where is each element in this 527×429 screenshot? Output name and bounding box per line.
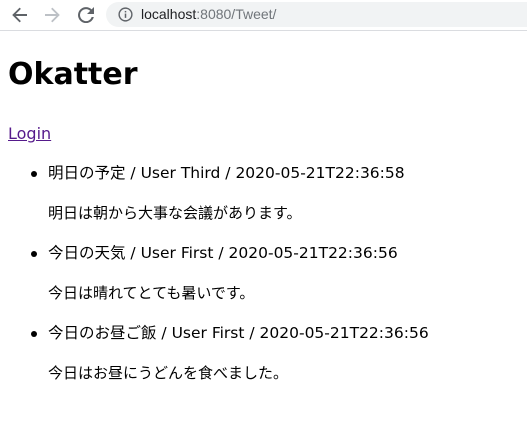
tweet-header: 今日のお昼ご飯 / User First / 2020-05-21T22:36:…	[48, 324, 429, 342]
info-icon[interactable]	[118, 7, 133, 22]
page-title: Okatter	[8, 57, 138, 92]
url-host: localhost	[141, 6, 197, 22]
back-button[interactable]	[8, 3, 32, 27]
address-bar[interactable]: localhost:8080/Tweet/	[106, 2, 527, 27]
back-arrow-icon	[12, 7, 27, 23]
browser-toolbar: localhost:8080/Tweet/	[0, 0, 527, 31]
bullet-icon	[31, 331, 37, 337]
forward-arrow-icon	[45, 7, 60, 23]
bullet-icon	[31, 251, 37, 257]
tweet-header: 今日の天気 / User First / 2020-05-21T22:36:56	[48, 244, 398, 262]
login-link[interactable]: Login	[8, 123, 51, 145]
tweet-header: 明日の予定 / User Third / 2020-05-21T22:36:58	[48, 164, 405, 182]
tweet-body: 今日はお昼にうどんを食べました。	[48, 364, 289, 382]
tweet-body: 明日は朝から大事な会議があります。	[48, 204, 302, 222]
reload-icon	[78, 7, 94, 23]
reload-button[interactable]	[74, 3, 98, 27]
forward-button[interactable]	[40, 3, 64, 27]
tweet-body: 今日は晴れてとても暑いです。	[48, 284, 255, 302]
url-text: localhost:8080/Tweet/	[141, 6, 276, 23]
bullet-icon	[31, 171, 37, 177]
url-path: :8080/Tweet/	[196, 6, 277, 22]
page-content: Okatter Login 明日の予定 / User Third / 2020-…	[0, 31, 527, 429]
